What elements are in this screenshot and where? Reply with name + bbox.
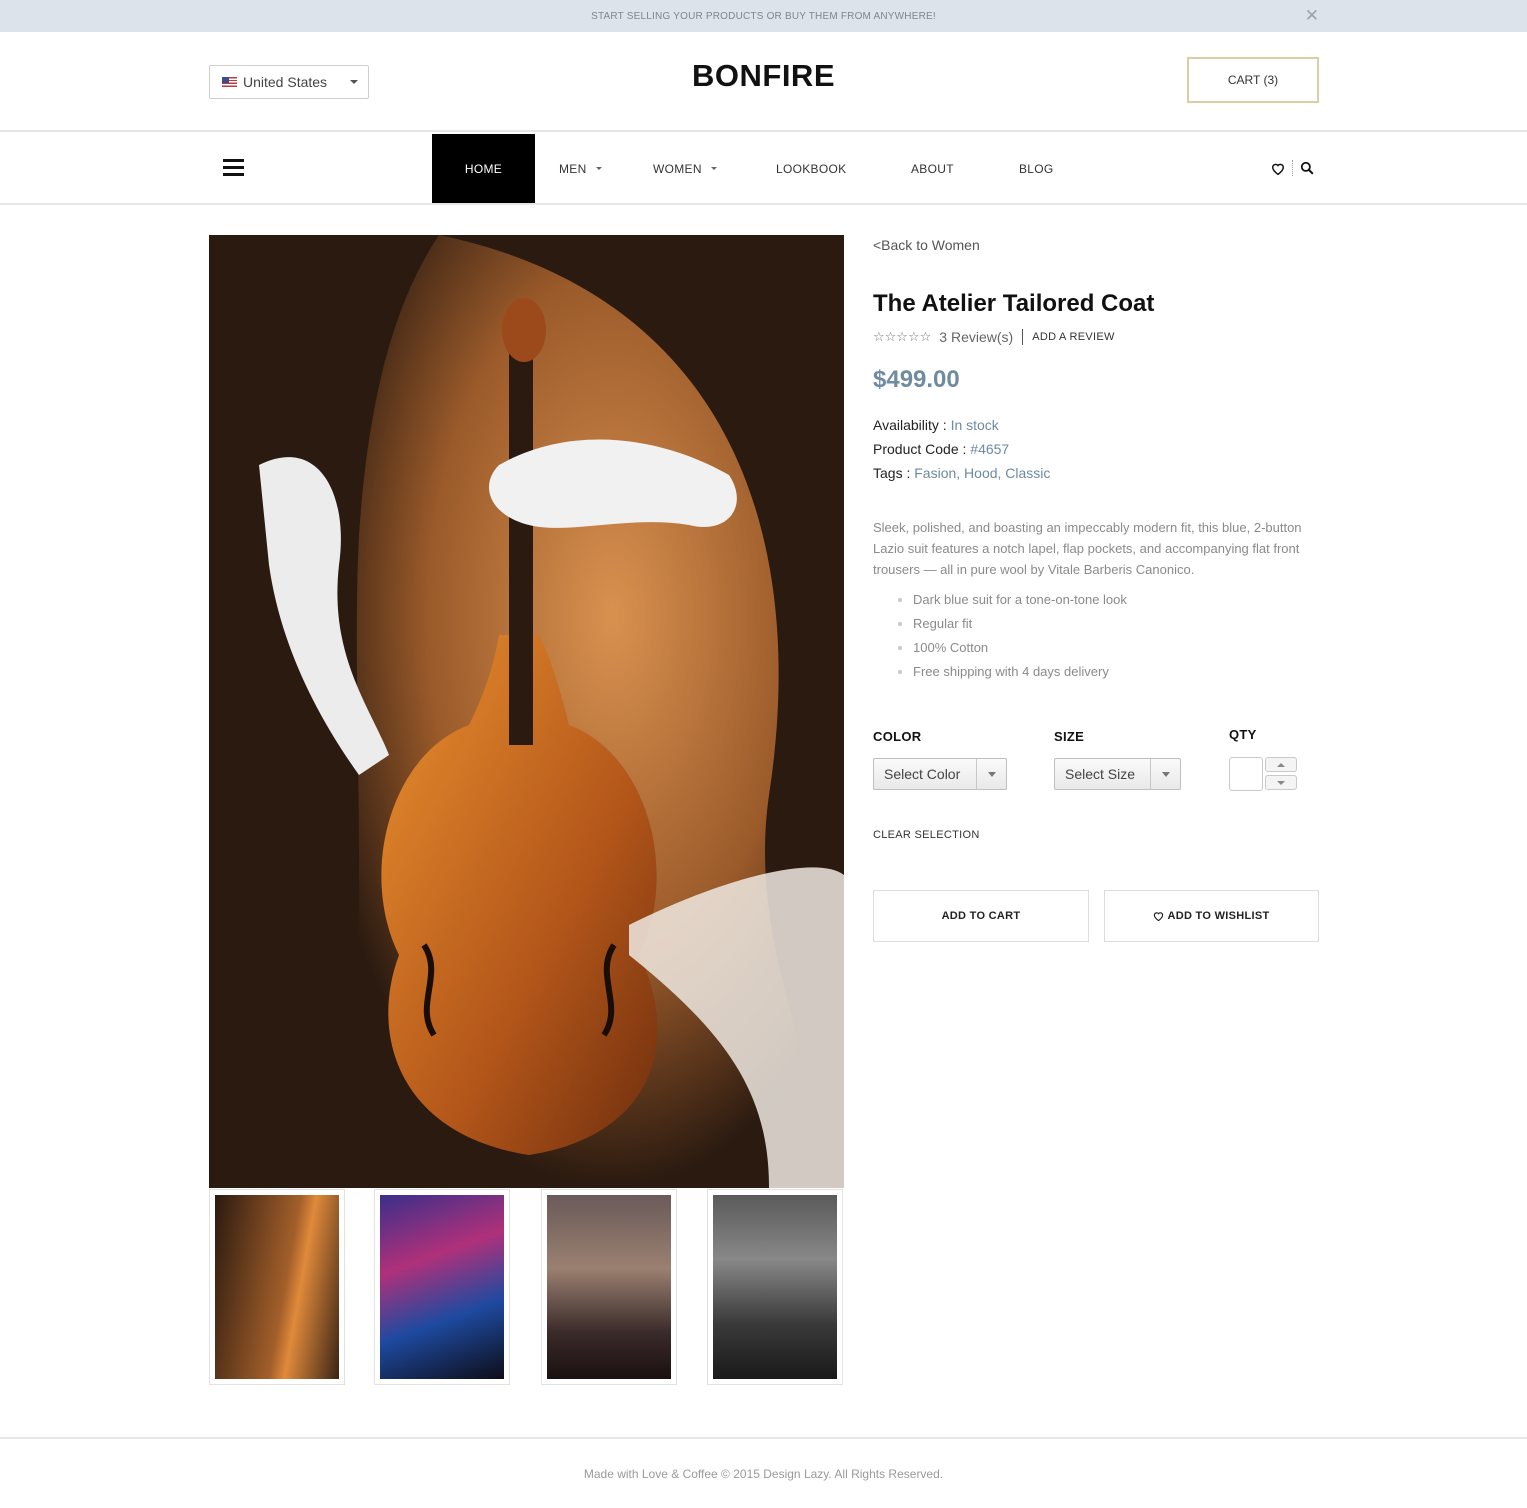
color-select[interactable]: Select Color <box>873 758 1007 790</box>
thumbnail-1[interactable] <box>209 1189 345 1385</box>
availability: Availability : In stock <box>873 417 999 433</box>
chevron-up-icon <box>1277 762 1285 767</box>
thumbnail-2[interactable] <box>374 1189 510 1385</box>
star-rating-icon: ☆☆☆☆☆ <box>873 329 932 344</box>
nav-item-label: LOOKBOOK <box>776 161 847 176</box>
nav-item-label: HOME <box>464 161 503 176</box>
nav-item-men[interactable]: MEN <box>559 134 602 203</box>
feature-list: Dark blue suit for a tone-on-tone look R… <box>893 588 1127 684</box>
qty-label: QTY <box>1229 727 1257 742</box>
back-link[interactable]: <Back to Women <box>873 237 980 253</box>
nav-item-home[interactable]: HOME <box>432 134 535 203</box>
quantity-input[interactable] <box>1229 757 1263 791</box>
cart-button[interactable]: CART (3) <box>1187 57 1319 103</box>
review-count[interactable]: 3 Review(s) <box>939 329 1013 345</box>
quantity-decrement-button[interactable] <box>1265 775 1297 790</box>
nav-item-lookbook[interactable]: LOOKBOOK <box>776 134 846 203</box>
nav-item-label: BLOG <box>1019 161 1054 176</box>
chevron-down-icon <box>710 167 717 170</box>
heart-icon <box>1153 911 1164 921</box>
promo-text: START SELLING YOUR PRODUCTS OR BUY THEM … <box>591 10 936 22</box>
main-nav: HOME MEN WOMEN LOOKBOOK ABOUT BLOG <box>0 134 1527 205</box>
availability-label: Availability : <box>873 417 951 433</box>
product-price: $499.00 <box>873 366 960 393</box>
size-label: SIZE <box>1054 729 1085 744</box>
nav-item-label: ABOUT <box>911 161 954 176</box>
thumbnail-4[interactable] <box>707 1189 843 1385</box>
close-icon[interactable]: ✕ <box>1305 6 1319 26</box>
size-select-value: Select Size <box>1065 766 1136 782</box>
promo-bar: START SELLING YOUR PRODUCTS OR BUY THEM … <box>0 0 1527 32</box>
add-review-link[interactable]: ADD A REVIEW <box>1032 331 1114 343</box>
add-to-cart-label: ADD TO CART <box>941 910 1021 922</box>
product-code: Product Code : #4657 <box>873 441 1009 457</box>
divider <box>1022 329 1024 345</box>
list-item: Dark blue suit for a tone-on-tone look <box>893 588 1127 612</box>
list-item: 100% Cotton <box>893 636 1127 660</box>
list-item: Free shipping with 4 days delivery <box>893 660 1127 684</box>
color-label: COLOR <box>873 729 922 744</box>
product-code-label: Product Code : <box>873 441 971 457</box>
chevron-down-icon <box>1150 759 1180 789</box>
size-select[interactable]: Select Size <box>1054 758 1181 790</box>
nav-item-women[interactable]: WOMEN <box>653 134 717 203</box>
tags-label: Tags : <box>873 465 915 481</box>
quantity-increment-button[interactable] <box>1265 757 1297 772</box>
add-to-wishlist-button[interactable]: ADD TO WISHLIST <box>1104 890 1319 942</box>
product-code-value: #4657 <box>970 441 1010 457</box>
tags-value[interactable]: Fasion, Hood, Classic <box>914 465 1050 481</box>
chevron-down-icon <box>976 759 1006 789</box>
heart-icon[interactable] <box>1270 160 1286 176</box>
product-description: Sleek, polished, and boasting an impecca… <box>873 520 1302 577</box>
product-thumbnails <box>209 1189 844 1387</box>
rating-row: ☆☆☆☆☆ 3 Review(s) ADD A REVIEW <box>873 329 1115 345</box>
chevron-down-icon <box>1277 780 1285 785</box>
product-main-image[interactable] <box>209 235 844 1188</box>
product-title: The Atelier Tailored Coat <box>873 290 1155 317</box>
color-select-value: Select Color <box>884 766 961 782</box>
thumbnail-3[interactable] <box>541 1189 677 1385</box>
product-tags: Tags : Fasion, Hood, Classic <box>873 465 1050 481</box>
site-header: United States BONFIRE CART (3) <box>0 32 1527 132</box>
nav-item-blog[interactable]: BLOG <box>1019 134 1054 203</box>
nav-item-about[interactable]: ABOUT <box>911 134 954 203</box>
search-icon[interactable] <box>1299 160 1315 176</box>
hamburger-menu-icon[interactable] <box>223 159 244 177</box>
clear-selection-link[interactable]: CLEAR SELECTION <box>873 829 980 841</box>
nav-item-label: MEN <box>559 161 587 176</box>
add-to-wishlist-label: ADD TO WISHLIST <box>1167 910 1270 922</box>
add-to-cart-button[interactable]: ADD TO CART <box>873 890 1089 942</box>
availability-value: In stock <box>950 417 999 433</box>
list-item: Regular fit <box>893 612 1127 636</box>
footer-copyright: Made with Love & Coffee © 2015 Design La… <box>583 1467 944 1481</box>
nav-icons <box>1270 160 1315 176</box>
nav-item-label: WOMEN <box>653 161 702 176</box>
footer-divider <box>0 1437 1527 1439</box>
divider <box>1292 160 1293 176</box>
chevron-down-icon <box>595 167 602 170</box>
